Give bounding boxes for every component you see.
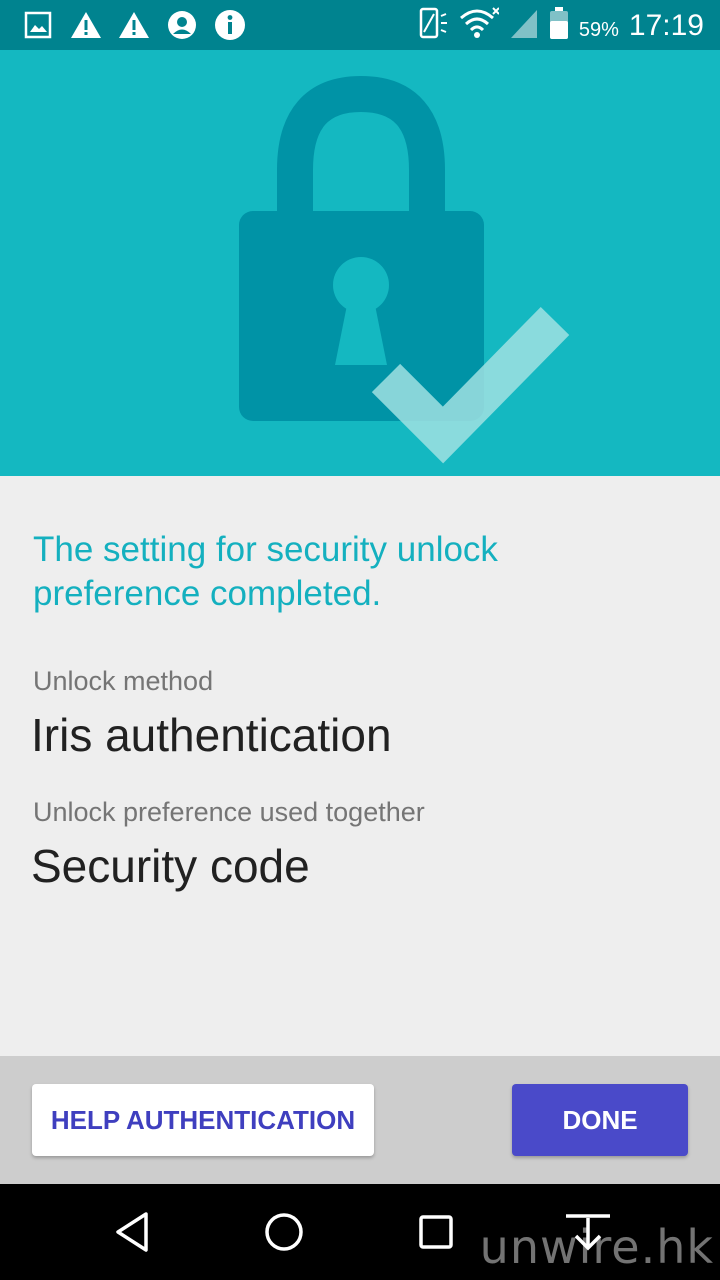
recents-icon[interactable] (408, 1204, 464, 1260)
warning-icon (118, 9, 150, 41)
warning-icon (70, 9, 102, 41)
lock-check-illustration (239, 75, 570, 464)
result-content: The setting for security unlock preferen… (0, 476, 720, 1056)
preference-value: Security code (31, 840, 310, 892)
hero-banner (0, 50, 720, 476)
wifi-icon (459, 6, 500, 45)
button-bar: HELP AUTHENTICATION DONE (0, 1056, 720, 1184)
watermark: unwire.hk (479, 1220, 714, 1274)
navigation-bar: unwire.hk (0, 1184, 720, 1280)
back-icon[interactable] (104, 1204, 160, 1260)
screen-rotation-icon (415, 6, 449, 45)
battery-percent: 59% (578, 19, 619, 41)
gallery-icon (22, 9, 54, 41)
preference-label: Unlock preference used together (33, 797, 425, 827)
clock: 17:19 (628, 8, 704, 42)
padlock-icon (239, 75, 484, 421)
help-authentication-button[interactable]: HELP AUTHENTICATION (32, 1084, 374, 1156)
info-icon (214, 9, 246, 41)
unlock-method-label: Unlock method (33, 666, 214, 696)
vpn-icon (166, 9, 198, 41)
home-icon[interactable] (256, 1204, 312, 1260)
unlock-method-value: Iris authentication (31, 709, 392, 761)
battery-icon (549, 6, 569, 45)
no-signal-icon (509, 6, 539, 45)
done-button[interactable]: DONE (512, 1084, 688, 1156)
completion-message: The setting for security unlock preferen… (33, 530, 498, 613)
notification-icons (22, 9, 246, 41)
status-bar: 59% 17:19 (0, 0, 720, 50)
system-status: 59% 17:19 (415, 6, 704, 45)
